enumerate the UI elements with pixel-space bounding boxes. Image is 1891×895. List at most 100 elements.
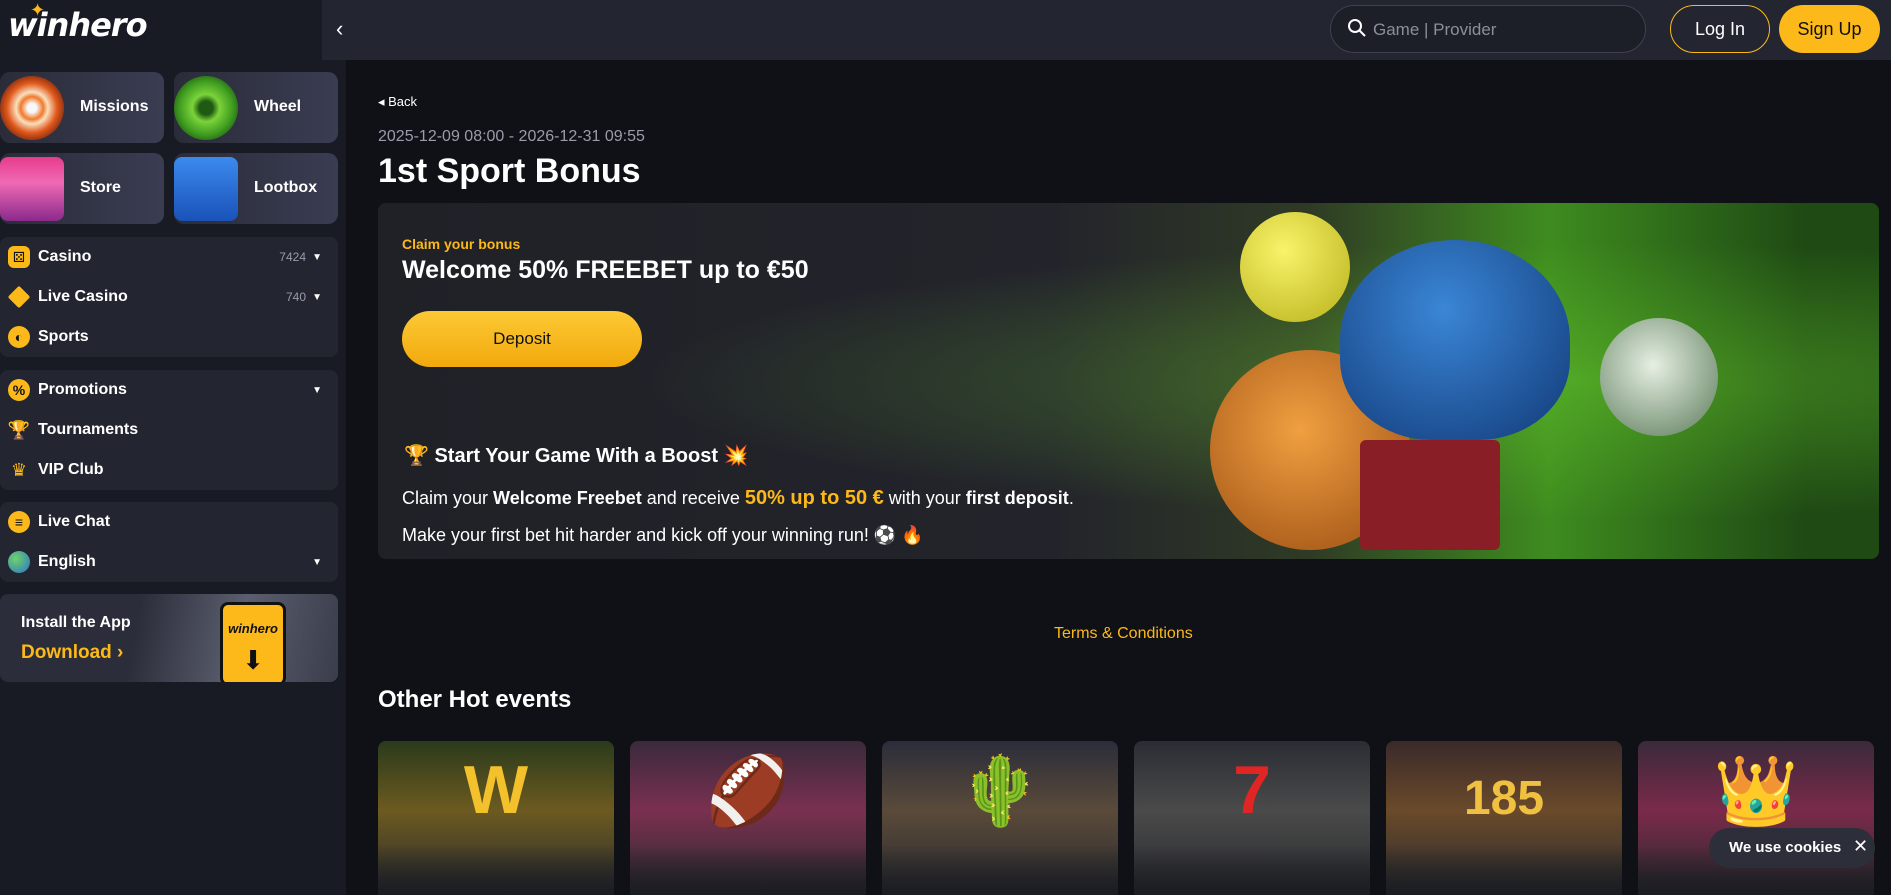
card-symbol: 7 bbox=[1233, 752, 1271, 828]
bonus-tagline: Make your first bet hit harder and kick … bbox=[402, 525, 924, 545]
star-icon: ✦ bbox=[30, 0, 45, 21]
nav-sports-label: Sports bbox=[38, 328, 89, 345]
phone-icon: winhero ⬇ bbox=[220, 602, 286, 682]
back-link[interactable]: ◂ Back bbox=[378, 94, 417, 110]
hockey-helmet-image bbox=[1340, 240, 1570, 440]
nav-live-casino-label: Live Casino bbox=[38, 288, 128, 305]
install-app-banner[interactable]: Install the App Download › winhero ⬇ bbox=[0, 594, 338, 682]
cookie-text: We use cookies bbox=[1729, 839, 1842, 856]
login-button[interactable]: Log In bbox=[1670, 5, 1770, 53]
tennis-ball-image bbox=[1240, 212, 1350, 322]
gift-image bbox=[1360, 440, 1500, 550]
diamond-icon bbox=[7, 285, 31, 309]
promo-menu: % Promotions ▼ 🏆 Tournaments ♛ VIP Club bbox=[0, 370, 338, 490]
card-symbol: 🏈 bbox=[705, 753, 791, 829]
bonus-description: Claim your Welcome Freebet and receive 5… bbox=[402, 487, 1074, 510]
hot-events-title: Other Hot events bbox=[378, 686, 572, 713]
lootbox-icon bbox=[174, 157, 238, 221]
store-icon bbox=[0, 157, 64, 221]
event-card[interactable]: 185 bbox=[1386, 741, 1622, 895]
back-label: Back bbox=[388, 94, 418, 109]
nav-promotions[interactable]: % Promotions ▼ bbox=[0, 370, 338, 410]
desc-part: Claim your bbox=[402, 488, 494, 508]
desc-part: and receive bbox=[641, 488, 745, 508]
percent-icon: % bbox=[8, 379, 30, 401]
nav-live-chat[interactable]: ≡ Live Chat bbox=[0, 502, 338, 542]
close-icon[interactable]: ✕ bbox=[1853, 836, 1868, 857]
top-bar bbox=[322, 0, 1891, 60]
chevron-down-icon[interactable]: ▼ bbox=[312, 292, 322, 303]
nav-vip[interactable]: ♛ VIP Club bbox=[0, 450, 338, 490]
install-title: Install the App bbox=[21, 614, 131, 631]
lootbox-label: Lootbox bbox=[254, 179, 318, 196]
search-icon bbox=[1348, 19, 1366, 37]
games-menu: ⚄ Casino 7424 ▼ Live Casino 740 ▼ ◐ Spor… bbox=[0, 237, 338, 357]
download-icon: ⬇ bbox=[242, 645, 264, 675]
nav-tournaments-label: Tournaments bbox=[38, 421, 139, 438]
card-symbol: W bbox=[463, 752, 529, 828]
sidebar: winhero ✦ Missions Wheel Store Lootbox ⚄ … bbox=[0, 0, 346, 895]
event-card[interactable]: 🏈 bbox=[630, 741, 866, 895]
deposit-button[interactable]: Deposit bbox=[402, 311, 642, 367]
card-shade bbox=[1134, 845, 1370, 895]
desc-part: . bbox=[1068, 488, 1074, 508]
signup-button[interactable]: Sign Up bbox=[1779, 5, 1880, 53]
desc-first-deposit: first deposit bbox=[965, 488, 1069, 508]
promo-dates: 2025-12-09 08:00 - 2026-12-31 09:55 bbox=[378, 128, 645, 145]
desc-freebet: Welcome Freebet bbox=[493, 488, 642, 508]
lootbox-tile[interactable]: Lootbox bbox=[174, 153, 338, 224]
cookie-notice: We use cookies ✕ bbox=[1709, 828, 1875, 868]
nav-casino[interactable]: ⚄ Casino 7424 ▼ bbox=[0, 237, 338, 277]
nav-vip-label: VIP Club bbox=[38, 461, 104, 478]
nav-language-label: English bbox=[38, 553, 96, 570]
store-label: Store bbox=[80, 179, 121, 196]
chevron-down-icon[interactable]: ▼ bbox=[312, 557, 322, 568]
desc-part: with your bbox=[883, 488, 966, 508]
nav-live-casino[interactable]: Live Casino 740 ▼ bbox=[0, 277, 338, 317]
card-shade bbox=[882, 845, 1118, 895]
collapse-sidebar-icon[interactable]: ‹ bbox=[336, 16, 343, 42]
missions-tile[interactable]: Missions bbox=[0, 72, 164, 143]
wheel-icon bbox=[174, 76, 238, 140]
card-symbol: 👑 bbox=[1713, 753, 1799, 829]
page-title: 1st Sport Bonus bbox=[378, 152, 641, 190]
event-card[interactable]: 🌵 bbox=[882, 741, 1118, 895]
card-shade bbox=[1386, 845, 1622, 895]
phone-logo: winhero bbox=[228, 621, 278, 636]
target-icon bbox=[0, 76, 64, 140]
event-card[interactable]: 7 bbox=[1134, 741, 1370, 895]
desc-amount: 50% up to 50 € bbox=[744, 487, 884, 509]
chevron-down-icon[interactable]: ▼ bbox=[312, 252, 322, 263]
nav-tournaments[interactable]: 🏆 Tournaments bbox=[0, 410, 338, 450]
globe-icon bbox=[8, 551, 30, 573]
chevron-down-icon[interactable]: ▼ bbox=[312, 385, 322, 396]
nav-sports[interactable]: ◐ Sports bbox=[0, 317, 338, 357]
claim-label: Claim your bonus bbox=[402, 236, 521, 252]
support-menu: ≡ Live Chat English ▼ bbox=[0, 502, 338, 582]
card-symbol: 🌵 bbox=[957, 753, 1043, 829]
event-card[interactable]: 👑 bbox=[1638, 741, 1874, 895]
missions-label: Missions bbox=[80, 98, 149, 115]
crown-icon: ♛ bbox=[10, 459, 28, 480]
nav-language[interactable]: English ▼ bbox=[0, 542, 338, 582]
card-shade bbox=[378, 845, 614, 895]
nav-live-chat-label: Live Chat bbox=[38, 513, 111, 530]
ball-icon: ◐ bbox=[8, 326, 30, 348]
casino-count: 7424 bbox=[279, 250, 306, 264]
trophy-icon: 🏆 bbox=[7, 419, 31, 440]
live-casino-count: 740 bbox=[285, 290, 306, 304]
wheel-tile[interactable]: Wheel bbox=[174, 72, 338, 143]
download-link[interactable]: Download › bbox=[21, 642, 123, 664]
card-shade bbox=[630, 845, 866, 895]
winhero-logo[interactable]: winhero ✦ bbox=[8, 0, 148, 44]
soccer-ball-image bbox=[1600, 318, 1718, 436]
store-tile[interactable]: Store bbox=[0, 153, 164, 224]
wheel-label: Wheel bbox=[254, 98, 302, 115]
bonus-headline: Welcome 50% FREEBET up to €50 bbox=[402, 256, 809, 284]
nav-promotions-label: Promotions bbox=[38, 381, 127, 398]
search-input[interactable]: Game | Provider bbox=[1330, 5, 1646, 53]
dice-icon: ⚄ bbox=[8, 246, 30, 268]
chat-icon: ≡ bbox=[8, 511, 30, 533]
terms-link[interactable]: Terms & Conditions bbox=[1054, 625, 1193, 643]
event-card[interactable]: W bbox=[378, 741, 614, 895]
